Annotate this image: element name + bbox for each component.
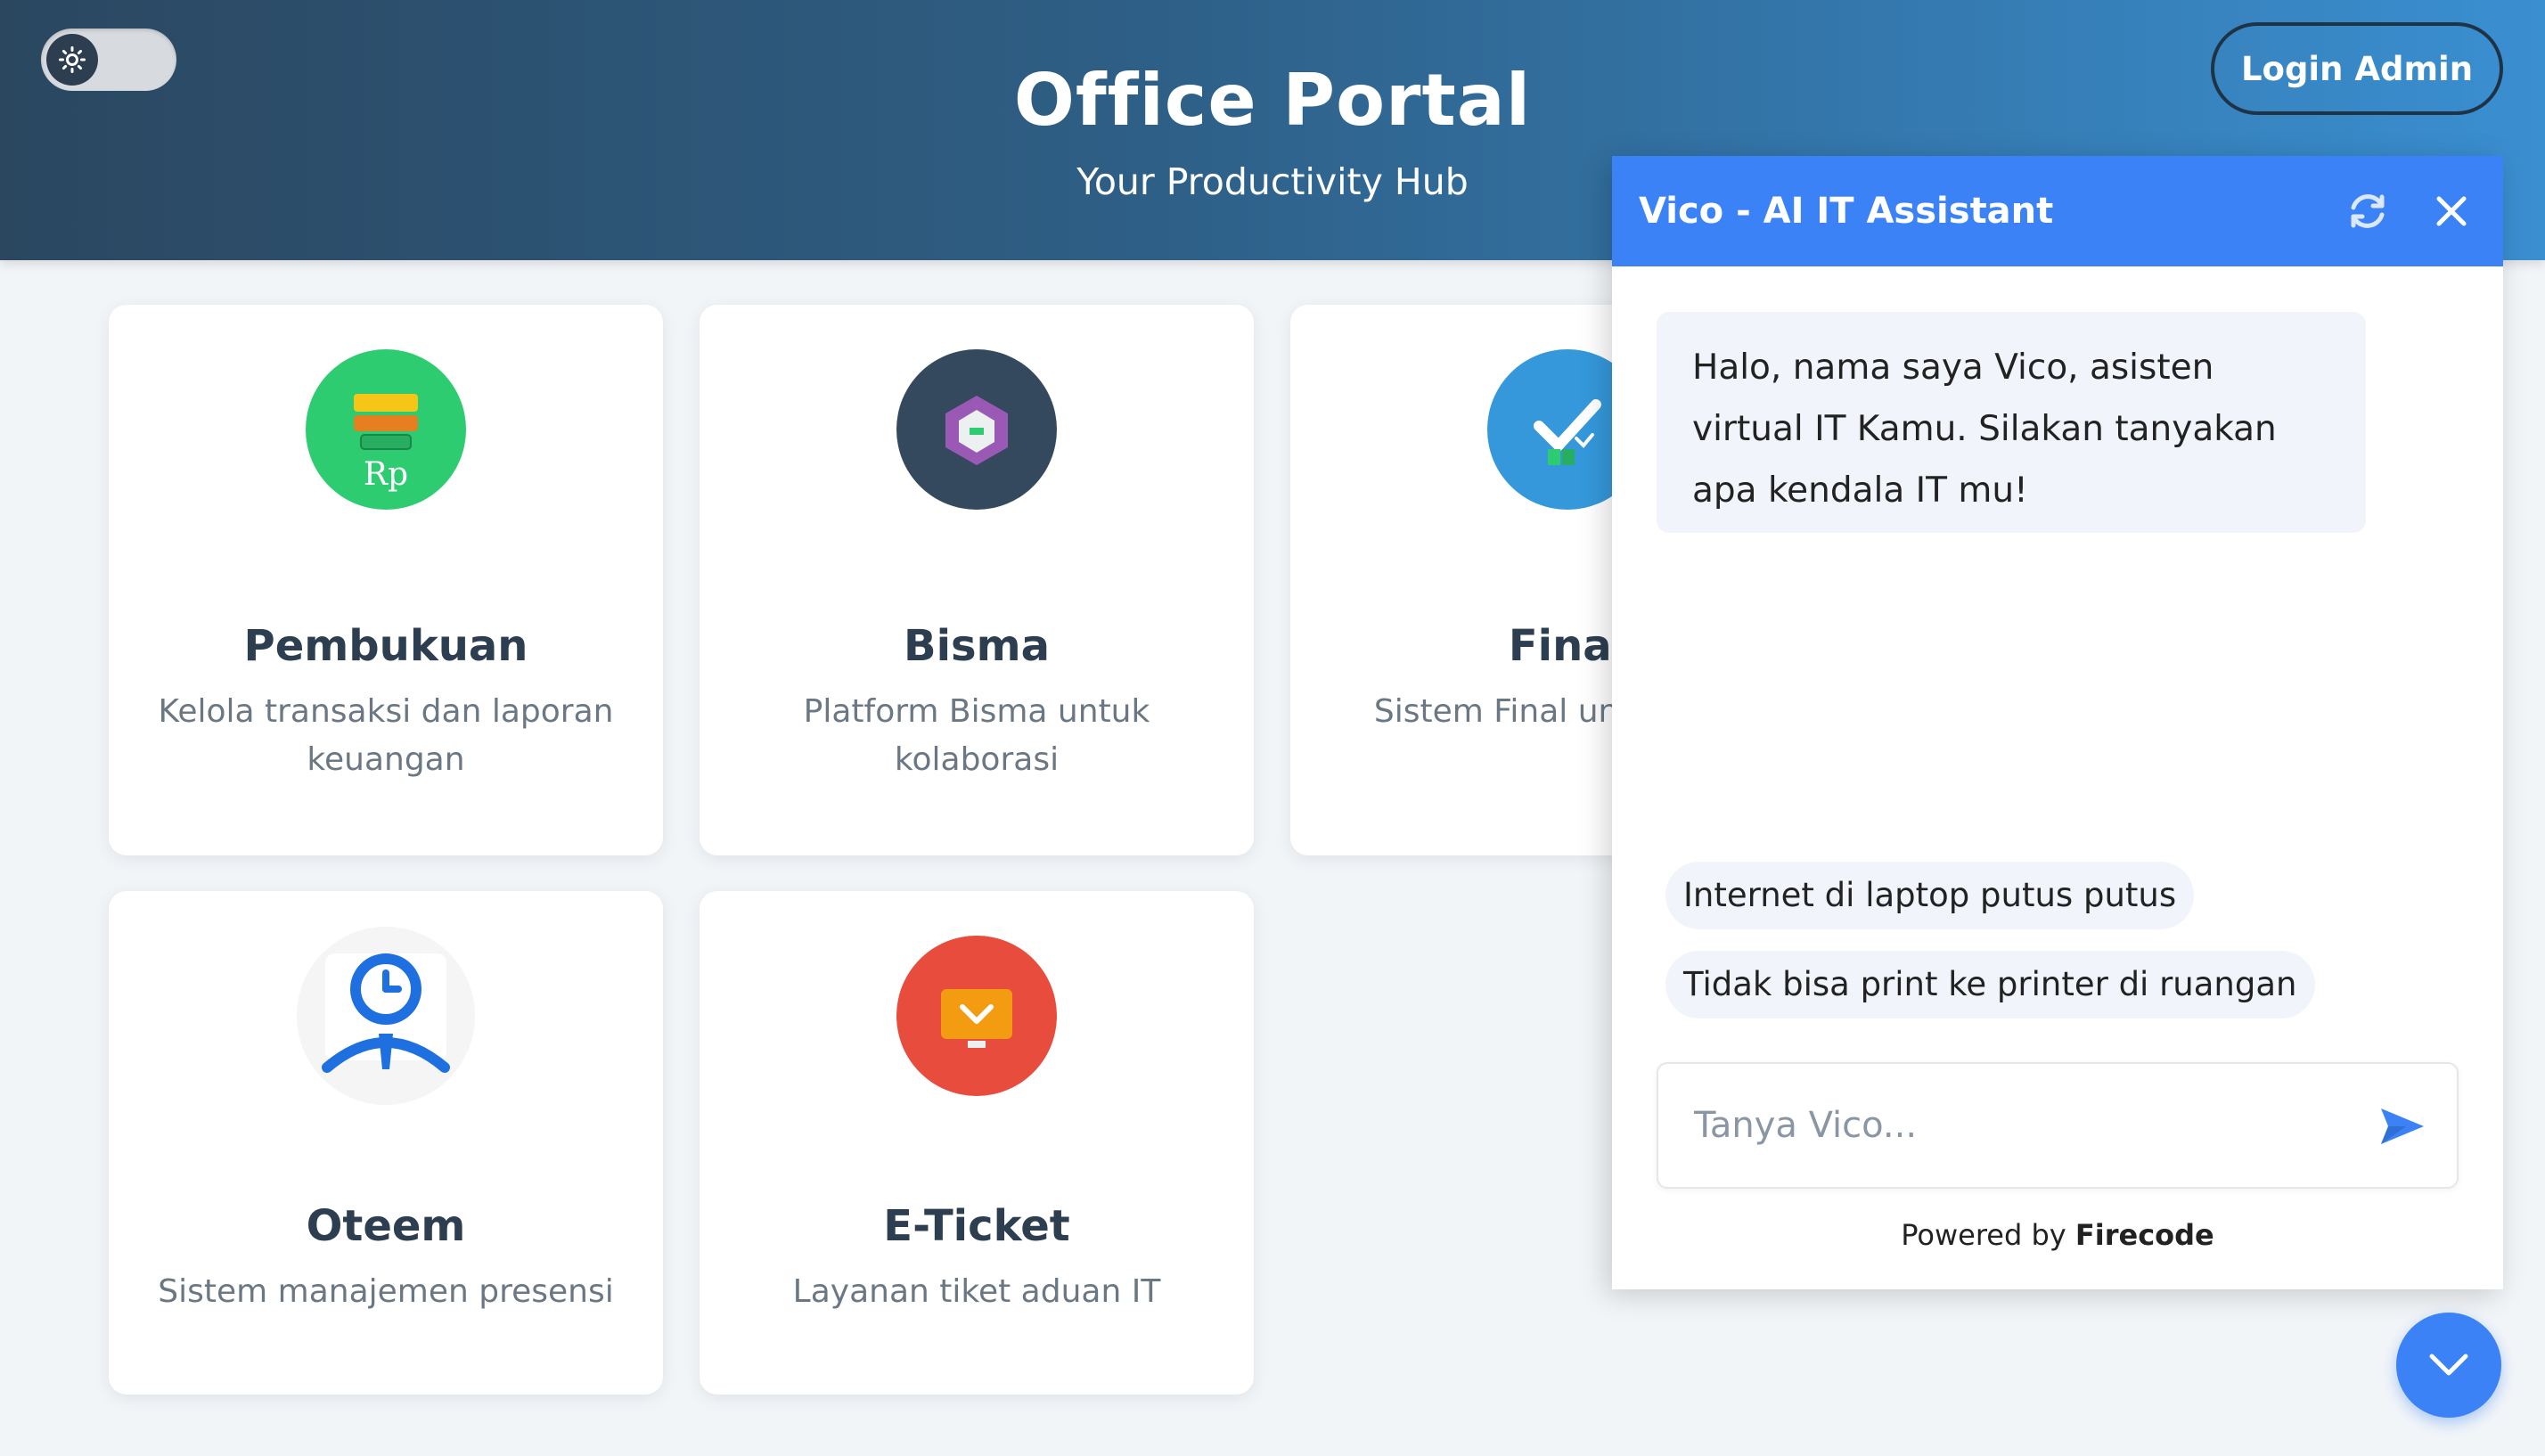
suggestion-chip[interactable]: Tidak bisa print ke printer di ruangan [1665,951,2315,1018]
card-title: Oteem [306,1201,466,1251]
accounting-icon: Rp [306,349,466,510]
chat-header: Vico - AI IT Assistant [1612,156,2503,266]
card-description: Layanan tiket aduan IT [792,1273,1161,1310]
chat-panel: Vico - AI IT Assistant Halo, nama saya V… [1612,156,2503,1289]
powered-brand: Firecode [2074,1218,2214,1252]
card-title: E-Ticket [883,1201,1070,1251]
app-card-oteem[interactable]: Oteem Sistem manajemen presensi [109,891,663,1395]
app-card-e-ticket[interactable]: E-Ticket Layanan tiket aduan IT [700,891,1254,1395]
app-card-bisma[interactable]: Bisma Platform Bisma untuk kolaborasi [700,305,1254,855]
ticket-icon [896,936,1057,1096]
chat-input-box [1657,1062,2459,1189]
refresh-icon[interactable] [2343,186,2393,236]
card-title: Pembukuan [243,621,528,671]
chat-collapse-button[interactable] [2396,1313,2501,1418]
card-description: Platform Bisma untuk kolaborasi [803,693,1150,778]
bot-message: Halo, nama saya Vico, asisten virtual IT… [1657,312,2366,533]
hexagon-icon [896,349,1057,510]
powered-prefix: Powered by [1901,1218,2066,1252]
theme-toggle[interactable] [41,29,176,91]
card-description: Sistem manajemen presensi [158,1273,614,1310]
powered-by: Powered by Firecode [1612,1218,2503,1252]
login-admin-button[interactable]: Login Admin [2211,22,2503,115]
app-card-pembukuan[interactable]: Rp Pembukuan Kelola transaksi dan lapora… [109,305,663,855]
card-title: Bisma [903,621,1050,671]
suggestion-chip[interactable]: Internet di laptop putus putus [1665,862,2195,929]
sun-icon [46,34,98,86]
page-title: Office Portal [1013,59,1532,142]
page-subtitle: Your Productivity Hub [1076,160,1469,203]
card-description: Kelola transaksi dan laporan keuangan [158,693,614,778]
chat-input[interactable] [1660,1066,2355,1185]
chevron-down-icon [2429,1354,2468,1376]
chat-title: Vico - AI IT Assistant [1639,191,2054,232]
attendance-icon [297,927,475,1105]
close-icon[interactable] [2426,186,2476,236]
svg-text:Rp: Rp [364,456,408,493]
send-icon[interactable] [2371,1098,2434,1155]
